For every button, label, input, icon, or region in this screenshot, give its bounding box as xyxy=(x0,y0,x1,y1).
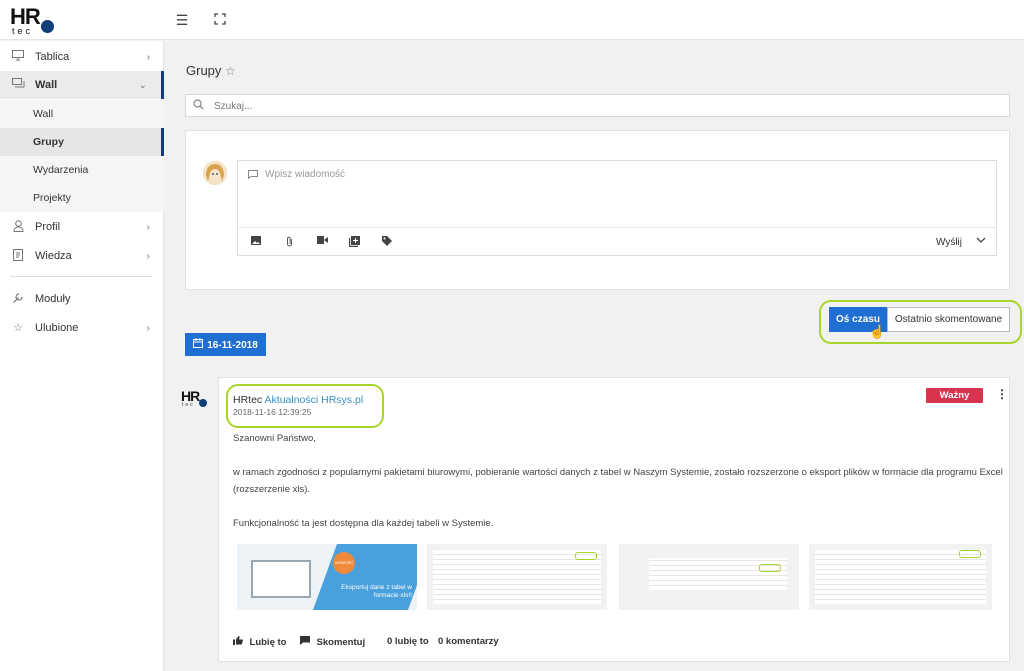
compose-panel: Wyślij xyxy=(185,130,1010,290)
search-bar xyxy=(185,94,1010,117)
date-label: 16-11-2018 xyxy=(207,340,258,351)
thumbnail-highlight xyxy=(575,552,597,560)
laptop-graphic xyxy=(251,560,311,598)
avatar-dot xyxy=(199,399,207,407)
message-icon xyxy=(248,170,258,182)
add-gallery-icon[interactable] xyxy=(347,236,361,248)
chevron-right-icon: › xyxy=(146,250,150,262)
more-options-icon[interactable]: ⋮ xyxy=(996,387,1008,401)
like-label: Lubię to xyxy=(249,637,287,648)
avatar-tec-text: tec xyxy=(182,402,195,408)
search-icon xyxy=(193,99,205,111)
post-image-thumbnail[interactable] xyxy=(809,544,992,610)
post-header-highlight xyxy=(226,384,384,428)
important-badge: Ważny xyxy=(926,388,983,403)
message-box: Wyślij xyxy=(237,160,997,256)
thumbnail-highlight xyxy=(759,564,781,572)
sidebar-item-label: Moduły xyxy=(35,293,71,305)
hamburger-icon[interactable]: ☰ xyxy=(174,12,190,28)
comment-label: Skomentuj xyxy=(316,637,366,648)
post-image-thumbnail[interactable]: NOWOŚĆ Eksportuj dane z tabel w formacie… xyxy=(237,544,417,610)
sidebar: Tablica › Wall ⌄ Wall Grupy Wydarzenia P… xyxy=(0,41,164,671)
tag-icon[interactable] xyxy=(380,236,394,248)
new-badge: NOWOŚĆ xyxy=(333,552,355,574)
send-button[interactable]: Wyślij xyxy=(936,237,962,248)
sidebar-item-label: Tablica xyxy=(35,51,70,63)
sidebar-subitem-projekty[interactable]: Projekty xyxy=(0,184,164,212)
comment-icon xyxy=(300,636,313,647)
star-icon[interactable]: ☆ xyxy=(225,64,236,78)
sidebar-subitem-wydarzenia[interactable]: Wydarzenia xyxy=(0,156,164,184)
recent-comments-toggle-button[interactable]: Ostatnio skomentowane xyxy=(887,307,1010,332)
hand-cursor-icon: ☝ xyxy=(869,324,886,339)
post-timestamp: 2018-11-16 12:39:25 xyxy=(233,407,312,417)
chevron-right-icon: › xyxy=(146,322,150,334)
likes-count: 0 lubię to xyxy=(387,636,429,647)
fullscreen-icon[interactable] xyxy=(212,12,228,28)
thumbnail-caption: Eksportuj dane z tabel w formacie xls!! xyxy=(341,584,412,599)
post-group-link[interactable]: Aktualności HRsys.pl xyxy=(265,394,364,406)
banner-stripe xyxy=(312,544,417,610)
sidebar-subitem-label: Grupy xyxy=(33,136,64,148)
post-image-thumbnail[interactable] xyxy=(427,544,607,610)
sidebar-item-wall[interactable]: Wall ⌄ xyxy=(0,71,164,99)
monitor-icon xyxy=(11,50,25,64)
wrench-icon xyxy=(11,292,25,306)
message-input[interactable] xyxy=(265,169,985,219)
sidebar-item-tablica[interactable]: Tablica › xyxy=(0,43,164,71)
post-actions: Lubię to Skomentuj 0 lubię to 0 komentar… xyxy=(233,636,533,650)
sidebar-item-ulubione[interactable]: ☆ Ulubione › xyxy=(0,314,164,342)
calendar-icon xyxy=(193,338,204,351)
post-author-line: HRtec Aktualności HRsys.pl xyxy=(233,394,363,406)
chevron-right-icon: › xyxy=(146,51,150,63)
sidebar-item-moduly[interactable]: Moduły xyxy=(0,285,164,313)
star-icon: ☆ xyxy=(13,322,23,334)
attachment-icon[interactable] xyxy=(282,236,296,248)
book-icon xyxy=(11,249,25,263)
sidebar-item-label: Profil xyxy=(35,221,61,233)
table-screenshot xyxy=(649,558,787,590)
sidebar-subitem-wall[interactable]: Wall xyxy=(0,100,164,128)
compose-toolbar: Wyślij xyxy=(238,227,996,256)
post-image-thumbnail[interactable] xyxy=(619,544,799,610)
post-greeting: Szanowni Państwo, xyxy=(233,433,316,444)
sidebar-subitem-grupy[interactable]: Grupy xyxy=(0,128,164,156)
user-icon xyxy=(11,220,25,234)
sidebar-item-label: Ulubione xyxy=(35,322,79,334)
comment-button[interactable]: Skomentuj xyxy=(300,636,365,648)
wall-post: HRtec Aktualności HRsys.pl 2018-11-16 12… xyxy=(218,377,1010,662)
comments-count[interactable]: 0 komentarzy xyxy=(438,636,499,647)
page-title-text: Grupy xyxy=(186,63,222,78)
table-screenshot xyxy=(815,550,986,604)
video-icon[interactable] xyxy=(315,236,329,248)
logo-dot xyxy=(41,20,54,33)
top-bar: HR tec ☰ xyxy=(0,0,1024,40)
thumbs-up-icon xyxy=(233,636,246,647)
post-body-paragraph: w ramach zgodności z popularnymi pakieta… xyxy=(233,467,1003,495)
chevron-right-icon: › xyxy=(146,221,150,233)
chevron-down-icon[interactable] xyxy=(976,235,986,246)
like-button[interactable]: Lubię to xyxy=(233,636,286,648)
logo-tec-text: tec xyxy=(12,26,34,36)
sidebar-item-wiedza[interactable]: Wiedza › xyxy=(0,242,164,270)
sidebar-item-label: Wiedza xyxy=(35,250,72,262)
sidebar-subitem-label: Wydarzenia xyxy=(33,164,89,176)
hrtec-logo[interactable]: HR tec xyxy=(10,4,60,36)
user-avatar xyxy=(203,161,227,185)
sidebar-item-profil[interactable]: Profil › xyxy=(0,213,164,241)
chevron-down-icon: ⌄ xyxy=(138,79,147,91)
post-author-avatar[interactable]: HR tec xyxy=(178,388,208,418)
chat-icon xyxy=(11,78,25,92)
sidebar-divider xyxy=(10,276,152,277)
post-author[interactable]: HRtec xyxy=(233,394,262,406)
sidebar-item-label: Wall xyxy=(35,79,58,91)
post-body-paragraph: Funkcjonalność ta jest dostępna dla każd… xyxy=(233,518,494,529)
sidebar-subitem-label: Projekty xyxy=(33,192,71,204)
image-icon[interactable] xyxy=(249,236,263,248)
thumbnail-highlight xyxy=(959,550,981,558)
date-filter-button[interactable]: 16-11-2018 xyxy=(185,333,266,356)
sidebar-subitem-label: Wall xyxy=(33,108,54,120)
search-input[interactable] xyxy=(214,98,994,114)
page-title: Grupy ☆ xyxy=(186,63,236,78)
